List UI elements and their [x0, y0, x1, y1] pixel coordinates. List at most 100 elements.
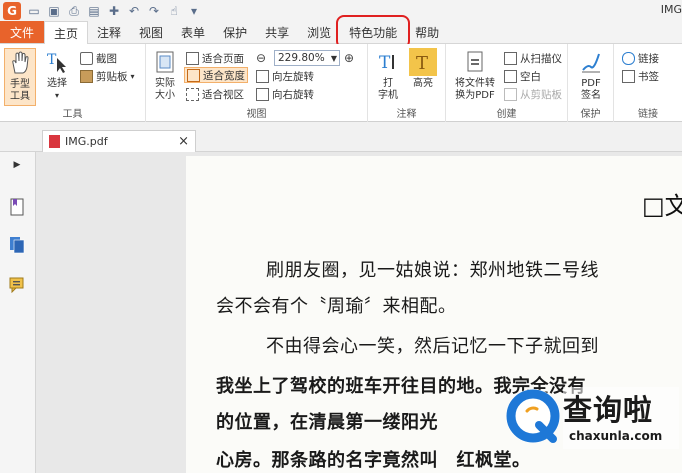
- group-comment-label: 注释: [396, 109, 417, 120]
- blank-label: 空白: [520, 70, 541, 83]
- tab-share[interactable]: 共享: [256, 21, 298, 43]
- from-scanner-button[interactable]: 从扫描仪: [504, 50, 562, 66]
- fit-view-label: 适合视区: [202, 88, 244, 101]
- group-tools: 手型 工具 T 选择 ▾ 截图 剪贴板 ▾ 工具: [0, 44, 146, 122]
- highlight-button[interactable]: T 高亮: [408, 48, 438, 90]
- actual-size-icon: [151, 48, 179, 76]
- group-tools-label: 工具: [62, 109, 83, 120]
- clipboard-button[interactable]: 剪贴板 ▾: [80, 68, 135, 84]
- link-icon: [622, 51, 635, 65]
- menu-tabs: 文件 主页 注释 视图 表单 保护 共享 浏览 特色功能 帮助: [0, 15, 682, 49]
- group-protect: PDF 签名 保护: [568, 44, 614, 122]
- watermark-brand: 查询啦: [563, 393, 654, 427]
- group-comment: T 打 字机 T 高亮 注释: [368, 44, 446, 122]
- hand-tool-button[interactable]: 手型 工具: [4, 48, 36, 106]
- blank-page-icon: [504, 69, 517, 83]
- rotate-right-button[interactable]: 向右旋转: [256, 86, 314, 102]
- from-clipboard-button[interactable]: 从剪贴板: [504, 86, 562, 102]
- link-label: 链接: [638, 52, 659, 65]
- scan-icon[interactable]: ▤: [87, 4, 101, 18]
- rotate-left-button[interactable]: 向左旋转: [256, 68, 314, 84]
- from-clipboard-label: 从剪贴板: [520, 88, 562, 101]
- customize-icon[interactable]: ▾: [187, 4, 201, 18]
- zoom-value: 229.80%: [278, 52, 325, 64]
- page-heading: □文: [642, 192, 682, 220]
- rotate-left-label: 向左旋转: [272, 70, 314, 83]
- fit-page-label: 适合页面: [202, 52, 244, 65]
- link-button[interactable]: 链接: [622, 50, 659, 66]
- blank-button[interactable]: 空白: [504, 68, 541, 84]
- snapshot-button[interactable]: 截图: [80, 50, 117, 66]
- save-icon[interactable]: ▣: [47, 4, 61, 18]
- tab-help[interactable]: 帮助: [406, 21, 448, 43]
- select-label: 选择: [47, 78, 67, 89]
- watermark-url: chaxunla.com: [569, 429, 663, 443]
- select-cursor-icon: T: [43, 48, 71, 76]
- pages-panel-icon[interactable]: [8, 236, 26, 254]
- pdf-sign-button[interactable]: PDF 签名: [576, 48, 606, 102]
- document-line: 会不会有个〝周瑜〞来相配。: [216, 296, 457, 317]
- open-icon[interactable]: ▭: [27, 4, 41, 18]
- tab-featured[interactable]: 特色功能: [336, 15, 411, 49]
- tab-comment[interactable]: 注释: [88, 21, 130, 43]
- close-icon[interactable]: ×: [178, 134, 189, 149]
- zoom-in-icon: ⊕: [344, 51, 355, 65]
- group-view-label: 视图: [246, 109, 267, 120]
- zoom-in-button[interactable]: ⊕: [344, 50, 354, 66]
- ribbon: 手型 工具 T 选择 ▾ 截图 剪贴板 ▾ 工具 实际 大小 适合页面 适合宽度…: [0, 44, 682, 122]
- chevron-down-icon: ▼: [330, 53, 337, 63]
- group-create: 将文件转 换为PDF 从扫描仪 空白 从剪贴板 创建: [446, 44, 568, 122]
- svg-text:T: T: [379, 53, 391, 73]
- fit-view-icon: [186, 87, 199, 101]
- zoom-out-button[interactable]: ⊖: [256, 50, 266, 66]
- tab-home[interactable]: 主页: [44, 21, 89, 44]
- tab-file[interactable]: 文件: [0, 21, 44, 43]
- actual-size-button[interactable]: 实际 大小: [150, 48, 180, 102]
- new-icon[interactable]: ✚: [107, 4, 121, 18]
- undo-icon[interactable]: ↶: [127, 4, 141, 18]
- pen-sign-icon: [577, 48, 605, 76]
- pdf-sign-label: PDF 签名: [581, 78, 601, 101]
- svg-text:T: T: [47, 52, 57, 68]
- expand-panel-icon[interactable]: ▶: [8, 156, 26, 174]
- hand-icon[interactable]: ☝: [167, 4, 181, 18]
- fit-page-button[interactable]: 适合页面: [186, 50, 244, 66]
- document-tab[interactable]: IMG.pdf ×: [42, 130, 196, 152]
- fit-width-button[interactable]: 适合宽度: [184, 67, 248, 83]
- document-line: 的位置，在清晨第一缕阳光: [216, 412, 438, 433]
- group-view: 实际 大小 适合页面 适合宽度 适合视区 ⊖ 229.80% ▼ ⊕ 向左旋转: [146, 44, 368, 122]
- bookmarks-panel-icon[interactable]: [8, 198, 26, 216]
- document-tab-name: IMG.pdf: [65, 135, 108, 148]
- from-scanner-label: 从扫描仪: [520, 52, 562, 65]
- zoom-select[interactable]: 229.80% ▼: [274, 50, 340, 66]
- redo-icon[interactable]: ↷: [147, 4, 161, 18]
- comments-panel-icon[interactable]: [8, 276, 26, 294]
- hand-tool-icon: [6, 49, 34, 77]
- app-logo-icon: G: [3, 2, 21, 20]
- typewriter-icon: T: [374, 48, 402, 76]
- convert-to-pdf-icon: [461, 48, 489, 76]
- fit-page-icon: [186, 51, 199, 65]
- tab-view[interactable]: 视图: [130, 21, 172, 43]
- document-line: 不由得会心一笑，然后记忆一下子就回到: [266, 336, 599, 357]
- hand-tool-label: 手型 工具: [10, 79, 30, 102]
- print-icon[interactable]: ⎙: [67, 4, 81, 18]
- fit-view-button[interactable]: 适合视区: [186, 86, 244, 102]
- document-tab-strip: IMG.pdf ×: [0, 122, 682, 152]
- tab-browse[interactable]: 浏览: [298, 21, 340, 43]
- zoom-out-icon: ⊖: [256, 51, 267, 65]
- typewriter-button[interactable]: T 打 字机: [374, 48, 402, 102]
- convert-to-pdf-button[interactable]: 将文件转 换为PDF: [450, 48, 500, 102]
- tab-protect[interactable]: 保护: [214, 21, 256, 43]
- bookmark-button[interactable]: 书签: [622, 68, 659, 84]
- document-line: 心房。那条路的名字竟然叫 红枫堂。: [216, 450, 531, 471]
- watermark-logo: 查询啦 chaxunla.com: [503, 383, 682, 453]
- select-button[interactable]: T 选择 ▾: [42, 48, 72, 102]
- group-protect-label: 保护: [580, 109, 601, 120]
- highlight-label: 高亮: [413, 78, 433, 89]
- tab-form[interactable]: 表单: [172, 21, 214, 43]
- bookmark-label: 书签: [638, 70, 659, 83]
- actual-size-label: 实际 大小: [155, 78, 175, 101]
- fit-width-icon: [187, 68, 200, 82]
- pdf-file-icon: [49, 135, 60, 148]
